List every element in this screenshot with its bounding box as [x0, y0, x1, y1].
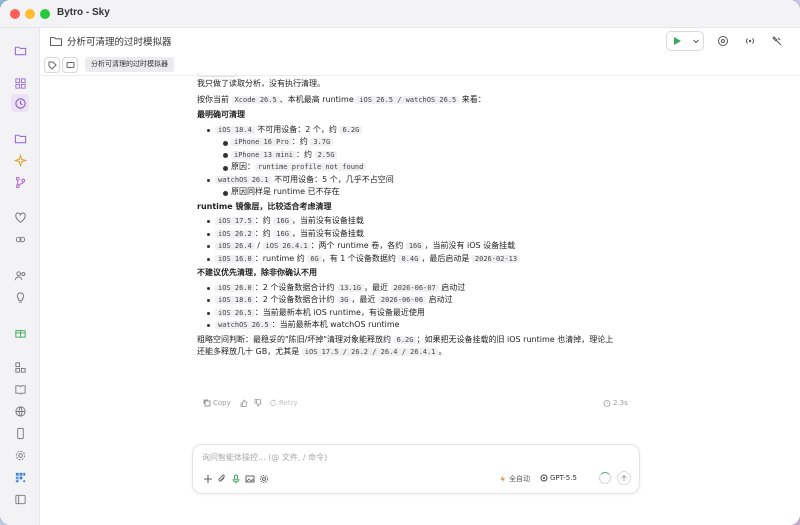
list-item: iOS 26.0 ：2 个设备数据合计约 13.1G ，最近 2026-06-07 …	[205, 282, 642, 295]
run-button-group[interactable]	[666, 31, 704, 51]
microphone-icon[interactable]	[230, 473, 241, 484]
list-item: iOS 26.5 ：当前最新本机 iOS runtime，有设备最近使用	[205, 307, 642, 320]
sidebar-toggle-icon[interactable]	[11, 490, 29, 508]
list-item: iOS 26.2 ：约 16G ，当前没有设备挂载	[205, 228, 642, 241]
sparkle-icon[interactable]	[11, 151, 29, 169]
app-title: Bytro - Sky	[57, 7, 110, 18]
message-composer: 全自动 GPT-5.5	[192, 444, 640, 494]
conversation-title: 分析可清理的过时模拟器	[67, 37, 172, 48]
users-icon[interactable]	[11, 266, 29, 284]
lightning-icon	[500, 475, 505, 483]
copy-button[interactable]: Copy	[203, 399, 231, 407]
copy-label: Copy	[213, 399, 231, 407]
thumbs-down-button[interactable]	[254, 399, 262, 407]
copilot-icon[interactable]	[715, 33, 731, 49]
settings-gear-icon[interactable]	[11, 446, 29, 464]
message-summary: 粗略空间判断：最稳妥的"陈旧/坏掉"清理对象能释放约 6.2G ；如果把无设备挂载…	[197, 334, 614, 344]
list-not-recommended: iOS 26.0 ：2 个设备数据合计约 13.1G ，最近 2026-06-07 …	[205, 282, 642, 332]
message-actions: Copy Retry 2.3s	[203, 399, 633, 411]
tag-icon[interactable]	[44, 57, 60, 73]
extensions-icon[interactable]	[11, 358, 29, 376]
message-summary-cont: 还能多释放几十 GB，尤其是 iOS 17.5 / 26.2 / 26.4 / …	[197, 347, 447, 356]
settings-icon[interactable]	[258, 473, 269, 484]
close-window-button[interactable]	[10, 9, 20, 19]
book-icon[interactable]	[11, 380, 29, 398]
sidebar	[0, 28, 40, 525]
grid-logo-icon[interactable]	[11, 468, 29, 486]
list-item: iOS 18.6 ：2 个设备数据合计约 3G ，最近 2026-06-06 启动过	[205, 294, 642, 307]
list-item: 原因同样是 runtime 已不存在	[221, 186, 642, 199]
folder-icon[interactable]	[49, 34, 63, 48]
chevron-down-icon[interactable]	[692, 37, 700, 45]
title-bar: Bytro - Sky	[0, 0, 800, 28]
top-bar: 分析可清理的过时模拟器	[40, 28, 800, 54]
play-icon[interactable]	[673, 36, 682, 46]
gift-icon[interactable]	[11, 323, 29, 341]
heart-rate-icon[interactable]	[11, 208, 29, 226]
assistant-message: 我只做了读取分析，没有执行清理。 按你当前 Xcode 26.5 、本机最高 ru…	[197, 78, 642, 418]
add-icon[interactable]	[202, 473, 213, 484]
list-item: iOS 16.0 ：runtime 约 6G ，有 1 个设备数据约 0.4G ，最后…	[205, 253, 642, 266]
thumbs-up-icon	[240, 399, 248, 407]
timer-icon	[603, 400, 611, 407]
list-item: iOS 26.4 / iOS 26.4.1 ：两个 runtime 卷，各约 16…	[205, 240, 642, 253]
maximize-window-button[interactable]	[40, 9, 50, 19]
list-item: iPhone 16 Pro ：约 3.7G	[221, 136, 642, 149]
list-item: watchOS 26.1 不可用设备：5 个，几乎不占空间 原因同样是 runt…	[205, 174, 642, 199]
folder-icon[interactable]	[11, 41, 29, 59]
link-icon[interactable]	[11, 230, 29, 248]
minimize-window-button[interactable]	[25, 9, 35, 19]
dashboard-icon[interactable]	[11, 74, 29, 92]
section-heading: 不建议优先清理，除非你确认不用	[197, 268, 317, 277]
globe-icon[interactable]	[11, 402, 29, 420]
model-label: GPT-5.5	[550, 474, 577, 482]
response-duration: 2.3s	[603, 399, 628, 407]
broadcast-icon[interactable]	[742, 33, 758, 49]
retry-icon	[270, 399, 276, 406]
scrolled-button-edge	[197, 73, 237, 77]
thumbs-down-icon	[254, 399, 262, 407]
list-item: iOS 17.5 ：约 16G ，当前没有设备挂载	[205, 215, 642, 228]
model-selector[interactable]: GPT-5.5	[540, 474, 577, 482]
list-clean-definite: iOS 18.4 不可用设备：2 个，约 6.2G iPhone 16 Pro：…	[205, 124, 642, 199]
section-heading: 最明确可清理	[197, 110, 245, 119]
list-item: iPhone 13 mini ：约 2.5G	[221, 149, 642, 162]
list-item: iOS 18.4 不可用设备：2 个，约 6.2G iPhone 16 Pro：…	[205, 124, 642, 174]
lightbulb-icon[interactable]	[11, 288, 29, 306]
phone-icon[interactable]	[11, 424, 29, 442]
tab-current-conversation[interactable]: 分析可清理的过时模拟器	[85, 57, 174, 72]
retry-label: Retry	[279, 399, 298, 407]
copy-icon	[203, 399, 211, 407]
list-item: watchOS 26.5 ：当前最新本机 watchOS runtime	[205, 319, 642, 332]
chat-icon[interactable]	[62, 57, 78, 73]
git-branch-icon[interactable]	[11, 173, 29, 191]
context-progress-ring	[599, 472, 611, 484]
duration-label: 2.3s	[613, 399, 628, 407]
message-lead: 按你当前 Xcode 26.5 、本机最高 runtime iOS 26.5 / …	[197, 94, 486, 104]
image-icon[interactable]	[244, 473, 255, 484]
model-icon	[540, 474, 548, 482]
tab-bar: 分析可清理的过时模拟器	[40, 54, 800, 76]
prompt-input[interactable]	[202, 453, 582, 462]
section-heading: runtime 镜像层，比较适合考虑清理	[197, 201, 332, 211]
arrow-up-icon	[621, 474, 627, 481]
app-window: Bytro - Sky 分析可清理的过时模拟器 分析可清理的过时模拟器 我只做了…	[0, 0, 800, 525]
send-button[interactable]	[617, 471, 631, 485]
thumbs-up-button[interactable]	[240, 399, 248, 407]
mode-selector[interactable]: 全自动	[499, 474, 530, 484]
mode-label: 全自动	[509, 475, 530, 483]
history-icon[interactable]	[11, 94, 29, 112]
tools-icon[interactable]	[769, 33, 785, 49]
list-item: 原因： runtime profile not found	[221, 161, 642, 174]
folder-open-icon[interactable]	[11, 129, 29, 147]
list-runtime: iOS 17.5 ：约 16G ，当前没有设备挂载 iOS 26.2 ：约 16G ，当…	[205, 215, 642, 265]
attach-icon[interactable]	[216, 473, 227, 484]
retry-button[interactable]: Retry	[269, 399, 298, 407]
message-intro: 我只做了读取分析，没有执行清理。	[197, 79, 325, 88]
